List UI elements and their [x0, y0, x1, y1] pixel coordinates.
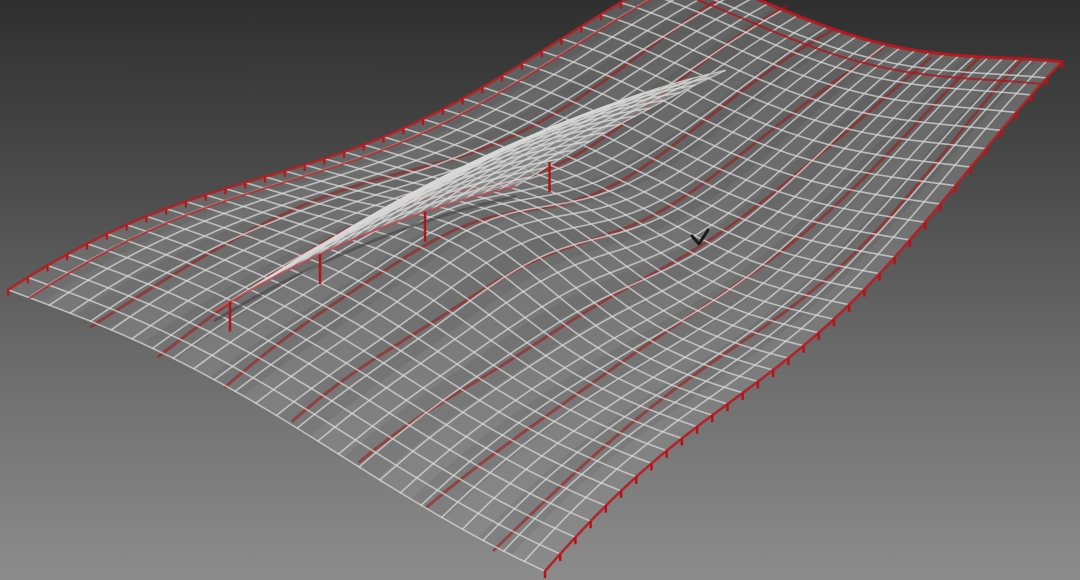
wireframe-roof-model[interactable]	[0, 0, 1080, 580]
3d-viewport[interactable]	[0, 0, 1080, 580]
